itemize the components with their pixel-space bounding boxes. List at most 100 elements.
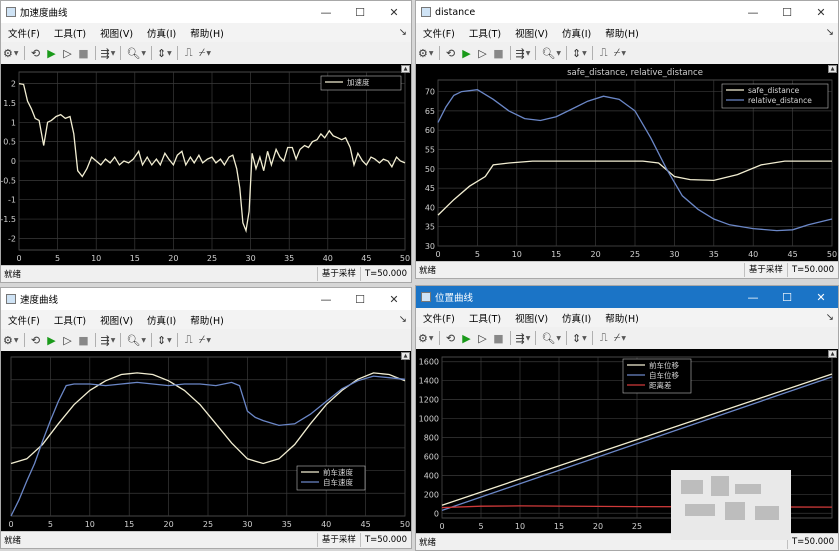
measurement-icon[interactable]: ⌿ ▼ <box>197 332 213 348</box>
zoom-icon[interactable]: 🔍︎ ▼ <box>539 330 563 346</box>
step-forward-icon[interactable]: ▷ <box>60 45 76 61</box>
autoscale-icon[interactable]: ⇕ ▼ <box>570 45 589 61</box>
menu-tools[interactable]: 工具(T) <box>462 311 508 325</box>
minimize-icon[interactable]: — <box>309 288 343 310</box>
plot-area[interactable]: 0 5 10 15 20 25 30 35 40 45 50 前车速度 自车速度 <box>1 351 411 532</box>
plot-area[interactable]: 0 5 10 15 20 25 30 35 40 45 50 -2 -1.5 -1 -0.5 0 0.5 1 1.5… <box>1 64 411 266</box>
step-forward-icon[interactable]: ▷ <box>475 45 491 61</box>
y-tick-label: 70 <box>425 88 435 97</box>
triggers-icon[interactable]: ⎍ <box>181 45 197 61</box>
menu-view[interactable]: 视图(V) <box>508 311 555 325</box>
measurement-icon[interactable]: ⌿ ▼ <box>612 45 628 61</box>
run-icon[interactable]: ▶ <box>44 45 60 61</box>
title-bar[interactable]: distance — ☐ ✕ <box>416 1 838 23</box>
expand-icon[interactable]: ▲ <box>828 350 837 358</box>
y-tick-label: -2 <box>8 234 16 243</box>
zoom-icon[interactable]: 🔍︎ ▼ <box>124 332 148 348</box>
menu-simulation[interactable]: 仿真(I) <box>140 313 183 327</box>
highlight-block-icon[interactable]: ⇶ ▼ <box>99 332 118 348</box>
triggers-icon[interactable]: ⎍ <box>596 45 612 61</box>
menu-file[interactable]: 文件(F) <box>416 26 462 40</box>
settings-gear-icon[interactable]: ⚙ ▼ <box>1 332 21 348</box>
zoom-icon[interactable]: 🔍︎ ▼ <box>539 45 563 61</box>
menu-tools[interactable]: 工具(T) <box>47 26 93 40</box>
menu-help[interactable]: 帮助(H) <box>598 26 646 40</box>
menu-view[interactable]: 视图(V) <box>508 26 555 40</box>
legend-label: relative_distance <box>748 96 812 105</box>
status-ready: 就绪 <box>419 266 437 276</box>
x-tick-label: 35 <box>282 520 292 529</box>
measurement-icon[interactable]: ⌿ ▼ <box>197 45 213 61</box>
highlight-block-icon[interactable]: ⇶ ▼ <box>514 330 533 346</box>
menu-tools[interactable]: 工具(T) <box>462 26 508 40</box>
maximize-icon[interactable]: ☐ <box>770 1 804 23</box>
menu-view[interactable]: 视图(V) <box>93 26 140 40</box>
autoscale-icon[interactable]: ⇕ ▼ <box>155 332 174 348</box>
x-tick-label: 30 <box>246 254 256 263</box>
dock-arrow-icon[interactable]: ↘ <box>826 27 834 38</box>
menu-file[interactable]: 文件(F) <box>1 26 47 40</box>
menu-simulation[interactable]: 仿真(I) <box>555 311 598 325</box>
legend-label: 距离差 <box>649 380 672 390</box>
y-tick-label: 0 <box>11 157 16 166</box>
menu-simulation[interactable]: 仿真(I) <box>555 26 598 40</box>
maximize-icon[interactable]: ☐ <box>343 288 377 310</box>
step-back-icon[interactable]: ⟲ <box>28 45 44 61</box>
dock-arrow-icon[interactable]: ↘ <box>399 314 407 325</box>
menu-simulation[interactable]: 仿真(I) <box>140 26 183 40</box>
x-tick-label: 0 <box>16 254 21 263</box>
maximize-icon[interactable]: ☐ <box>770 286 804 308</box>
maximize-icon[interactable]: ☐ <box>343 1 377 23</box>
step-back-icon[interactable]: ⟲ <box>28 332 44 348</box>
step-back-icon[interactable]: ⟲ <box>443 330 459 346</box>
menu-file[interactable]: 文件(F) <box>416 311 462 325</box>
run-icon[interactable]: ▶ <box>459 45 475 61</box>
measurement-icon[interactable]: ⌿ ▼ <box>612 330 628 346</box>
stop-icon[interactable]: ■ <box>76 332 92 348</box>
run-icon[interactable]: ▶ <box>44 332 60 348</box>
status-ready: 就绪 <box>4 536 22 546</box>
minimize-icon[interactable]: — <box>309 1 343 23</box>
close-icon[interactable]: ✕ <box>804 286 838 308</box>
triggers-icon[interactable]: ⎍ <box>181 332 197 348</box>
run-icon[interactable]: ▶ <box>459 330 475 346</box>
stop-icon[interactable]: ■ <box>491 330 507 346</box>
stop-icon[interactable]: ■ <box>76 45 92 61</box>
x-tick-label: 15 <box>551 250 561 259</box>
close-icon[interactable]: ✕ <box>377 288 411 310</box>
step-forward-icon[interactable]: ▷ <box>475 330 491 346</box>
highlight-block-icon[interactable]: ⇶ ▼ <box>99 45 118 61</box>
triggers-icon[interactable]: ⎍ <box>596 330 612 346</box>
menu-help[interactable]: 帮助(H) <box>598 311 646 325</box>
menu-view[interactable]: 视图(V) <box>93 313 140 327</box>
highlight-block-icon[interactable]: ⇶ ▼ <box>514 45 533 61</box>
minimize-icon[interactable]: — <box>736 1 770 23</box>
autoscale-icon[interactable]: ⇕ ▼ <box>570 330 589 346</box>
step-back-icon[interactable]: ⟲ <box>443 45 459 61</box>
dock-arrow-icon[interactable]: ↘ <box>826 312 834 323</box>
close-icon[interactable]: ✕ <box>377 1 411 23</box>
zoom-icon[interactable]: 🔍︎ ▼ <box>124 45 148 61</box>
menu-help[interactable]: 帮助(H) <box>183 313 231 327</box>
dock-arrow-icon[interactable]: ↘ <box>399 27 407 38</box>
stop-icon[interactable]: ■ <box>491 45 507 61</box>
step-forward-icon[interactable]: ▷ <box>60 332 76 348</box>
menu-tools[interactable]: 工具(T) <box>47 313 93 327</box>
minimize-icon[interactable]: — <box>736 286 770 308</box>
settings-gear-icon[interactable]: ⚙ ▼ <box>416 330 436 346</box>
close-icon[interactable]: ✕ <box>804 1 838 23</box>
settings-gear-icon[interactable]: ⚙ ▼ <box>1 45 21 61</box>
title-bar[interactable]: 位置曲线 — ☐ ✕ <box>416 286 838 308</box>
expand-icon[interactable]: ▲ <box>828 65 837 73</box>
title-bar[interactable]: 加速度曲线 — ☐ ✕ <box>1 1 411 23</box>
chart-title: safe_distance, relative_distance <box>567 68 703 78</box>
expand-icon[interactable]: ▲ <box>401 352 410 360</box>
settings-gear-icon[interactable]: ⚙ ▼ <box>416 45 436 61</box>
expand-icon[interactable]: ▲ <box>401 65 410 73</box>
window-title: 加速度曲线 <box>20 8 68 19</box>
title-bar[interactable]: 速度曲线 — ☐ ✕ <box>1 288 411 310</box>
menu-help[interactable]: 帮助(H) <box>183 26 231 40</box>
autoscale-icon[interactable]: ⇕ ▼ <box>155 45 174 61</box>
plot-area[interactable]: safe_distance, relative_distance 0 5 10 15 20… <box>416 64 838 262</box>
menu-file[interactable]: 文件(F) <box>1 313 47 327</box>
